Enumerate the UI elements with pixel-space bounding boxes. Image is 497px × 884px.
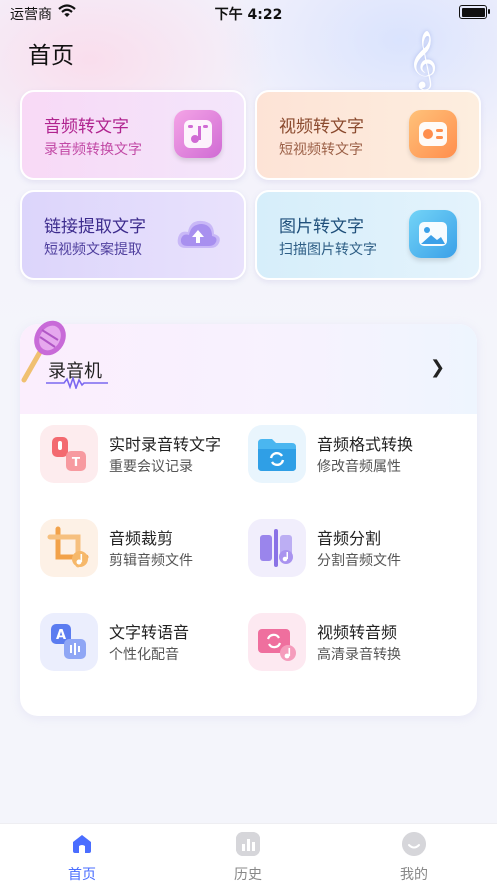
status-time: 下午 4:22 bbox=[214, 7, 283, 23]
audio-split-tool[interactable]: 音频分割 分割音频文件 bbox=[248, 519, 448, 579]
bar-chart-icon bbox=[236, 832, 260, 856]
audio-to-text-card[interactable]: 音频转文字 录音频转换文字 bbox=[20, 90, 246, 180]
tab-bar: 首页 历史 我的 bbox=[0, 823, 497, 884]
tool-title: 音频格式转换 bbox=[317, 435, 414, 454]
tab-home[interactable]: 首页 bbox=[22, 824, 142, 884]
text-to-speech-tool[interactable]: A 文字转语音 个性化配音 bbox=[40, 613, 240, 673]
tab-history[interactable]: 历史 bbox=[188, 824, 308, 884]
chevron-right-icon[interactable]: ❯ bbox=[430, 357, 445, 378]
tool-subtitle: 高清录音转换 bbox=[317, 647, 401, 663]
card-title: 链接提取文字 bbox=[44, 217, 146, 237]
tool-title: 文字转语音 bbox=[109, 623, 190, 642]
sound-wave-icon bbox=[46, 377, 108, 389]
tab-label: 首页 bbox=[68, 867, 96, 883]
tool-subtitle: 分割音频文件 bbox=[317, 553, 401, 569]
home-icon bbox=[73, 835, 91, 853]
text-to-speech-icon: A bbox=[40, 613, 98, 671]
image-icon bbox=[409, 210, 457, 258]
svg-text:A: A bbox=[56, 628, 66, 643]
audio-format-convert-tool[interactable]: 音频格式转换 修改音频属性 bbox=[248, 425, 448, 485]
audio-crop-tool[interactable]: 音频裁剪 剪辑音频文件 bbox=[40, 519, 240, 579]
video-to-audio-icon bbox=[248, 613, 306, 671]
svg-text:T: T bbox=[72, 455, 81, 469]
card-title: 图片转文字 bbox=[279, 217, 364, 237]
treble-clef-icon: 𝄞 bbox=[408, 30, 438, 88]
video-to-text-card[interactable]: 视频转文字 短视频转文字 bbox=[255, 90, 481, 180]
crop-icon bbox=[40, 519, 98, 577]
card-subtitle: 扫描图片转文字 bbox=[279, 242, 377, 258]
music-note-icon bbox=[174, 110, 222, 158]
tab-mine[interactable]: 我的 bbox=[354, 824, 474, 884]
status-bar: 运营商 下午 4:22 bbox=[0, 0, 497, 26]
realtime-recording-tool[interactable]: T 实时录音转文字 重要会议记录 bbox=[40, 425, 240, 485]
tool-subtitle: 修改音频属性 bbox=[317, 459, 401, 475]
tool-title: 音频分割 bbox=[317, 529, 382, 548]
cloud-upload-icon bbox=[174, 210, 222, 258]
tool-title: 实时录音转文字 bbox=[109, 435, 222, 454]
tab-label: 历史 bbox=[234, 867, 262, 883]
tool-title: 视频转音频 bbox=[317, 623, 398, 642]
video-to-audio-tool[interactable]: 视频转音频 高清录音转换 bbox=[248, 613, 448, 673]
card-subtitle: 短视频文案提取 bbox=[44, 242, 142, 258]
card-subtitle: 短视频转文字 bbox=[279, 142, 363, 158]
folder-convert-icon bbox=[248, 425, 306, 483]
card-title: 音频转文字 bbox=[44, 117, 129, 137]
video-icon bbox=[409, 110, 457, 158]
split-icon bbox=[248, 519, 306, 577]
tool-subtitle: 个性化配音 bbox=[109, 647, 179, 663]
tool-subtitle: 剪辑音频文件 bbox=[109, 553, 193, 569]
card-subtitle: 录音频转换文字 bbox=[44, 142, 142, 158]
image-to-text-card[interactable]: 图片转文字 扫描图片转文字 bbox=[255, 190, 481, 280]
link-extract-text-card[interactable]: 链接提取文字 短视频文案提取 bbox=[20, 190, 246, 280]
smile-icon bbox=[402, 832, 426, 856]
page-title: 首页 bbox=[28, 43, 74, 69]
card-title: 视频转文字 bbox=[279, 117, 364, 137]
tool-subtitle: 重要会议记录 bbox=[109, 459, 193, 475]
mic-text-icon: T bbox=[40, 425, 98, 483]
tab-label: 我的 bbox=[400, 867, 428, 883]
tool-title: 音频裁剪 bbox=[109, 529, 174, 548]
battery-icon bbox=[459, 5, 490, 19]
